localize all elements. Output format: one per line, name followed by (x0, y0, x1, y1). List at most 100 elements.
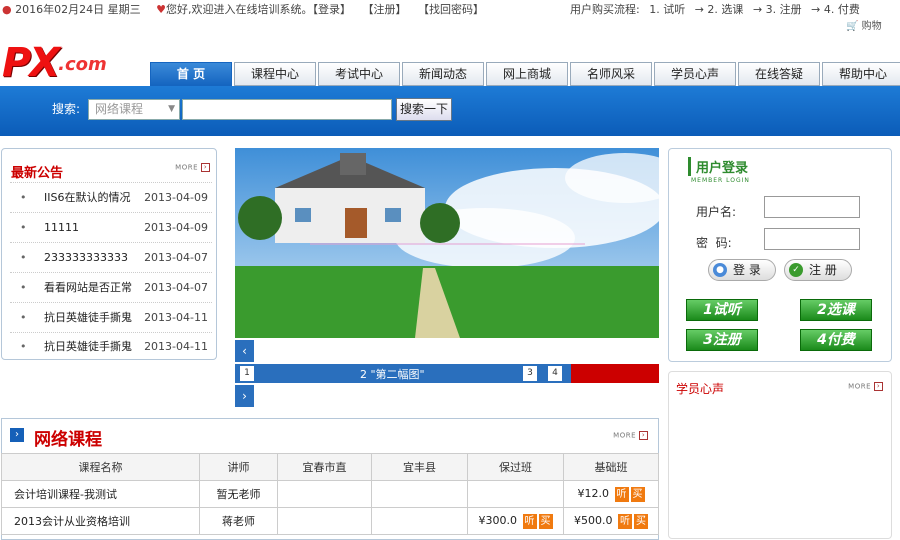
col-header: 讲师 (199, 453, 278, 481)
step-register-button[interactable]: 3注册 (686, 329, 758, 351)
flow-label: 用户购买流程: (570, 3, 640, 16)
banner-prev-button[interactable]: ‹ (235, 340, 254, 362)
search-category-select[interactable]: 网络课程 ▼ (88, 99, 180, 120)
course-cell (277, 507, 372, 535)
buy-button[interactable]: 买 (634, 513, 648, 529)
password-label: 密 码: (696, 236, 732, 250)
search-input[interactable] (182, 99, 392, 120)
arrow-right-icon: › (10, 428, 24, 442)
tab-exams[interactable]: 考试中心 (318, 62, 400, 86)
check-icon: ✓ (789, 263, 803, 277)
notice-more-link[interactable]: MORE › (175, 163, 210, 172)
cart-link[interactable]: 🛒 购物 (846, 17, 882, 32)
notice-item[interactable]: • 看看网站是否正常 2013-04-07 (10, 272, 212, 302)
step-pay-button[interactable]: 4付费 (800, 329, 872, 351)
notice-item-date: 2013-04-07 (144, 281, 208, 294)
price: ¥300.0 (478, 513, 518, 527)
tab-help[interactable]: 帮助中心 (822, 62, 900, 86)
banner-image[interactable] (235, 148, 659, 338)
course-cell (467, 480, 564, 508)
username-input[interactable] (764, 196, 860, 218)
col-header: 基础班 (563, 453, 659, 481)
user-icon: ● (713, 263, 727, 277)
tab-home[interactable]: 首 页 (150, 62, 232, 86)
more-label: MORE (848, 382, 871, 391)
tab-shop[interactable]: 网上商城 (486, 62, 568, 86)
flow-step: → 2. 选课 (694, 3, 744, 16)
course-price-cell: ¥300.0 听买 (467, 507, 564, 535)
course-cell (371, 480, 468, 508)
notice-item[interactable]: • 抗日英雄徒手撕鬼 2013-04-11 (10, 302, 212, 332)
bullet-icon: • (20, 251, 27, 264)
register-link[interactable]: 【注册】 (362, 3, 406, 16)
notice-item[interactable]: • IIS6在默认的情况 2013-04-09 (10, 182, 212, 212)
username-label: 用户名: (696, 205, 737, 219)
logo-px: PX (2, 40, 60, 86)
banner-page-4[interactable]: 4 (548, 366, 562, 381)
courses-table: 课程名称 讲师 宜春市直 宜丰县 保过班 基础班 会计培训课程-我测试 暂无老师… (1, 453, 659, 535)
house-landscape-image (235, 148, 659, 338)
banner-pager-accent (571, 364, 659, 383)
notice-item[interactable]: • 233333333333 2013-04-07 (10, 242, 212, 272)
search-label: 搜索: (52, 102, 81, 116)
step-select-button[interactable]: 2选课 (800, 299, 872, 321)
login-link[interactable]: 【登录】 (312, 3, 351, 16)
notice-panel: 最新公告 MORE › • IIS6在默认的情况 2013-04-09 • 11111 2… (1, 148, 217, 360)
tab-student-voices[interactable]: 学员心声 (654, 62, 736, 86)
course-cell (371, 507, 468, 535)
course-name[interactable]: 2013会计从业资格培训 (1, 507, 200, 535)
cart-icon: 🛒 (846, 21, 859, 32)
register-button[interactable]: ✓ 注 册 (784, 259, 852, 281)
date-icon: ● (2, 3, 12, 16)
arrow-right-icon: › (201, 163, 210, 172)
tab-qa[interactable]: 在线答疑 (738, 62, 820, 86)
courses-title: 网络课程 (34, 430, 102, 450)
students-more-link[interactable]: MORE › (848, 382, 883, 391)
banner-page-3[interactable]: 3 (523, 366, 537, 381)
listen-button[interactable]: 听 (614, 486, 629, 502)
flow-step: 1. 试听 (649, 3, 686, 16)
bullet-icon: • (20, 281, 27, 294)
course-price-cell: ¥12.0 听买 (563, 480, 659, 508)
step-trial-button[interactable]: 1试听 (686, 299, 758, 321)
table-row: 会计培训课程-我测试 暂无老师 ¥12.0 听买 (1, 480, 659, 508)
banner-page-1[interactable]: 1 (240, 366, 254, 381)
login-subtitle: MEMBER LOGIN (691, 177, 750, 184)
bullet-icon: • (20, 340, 27, 353)
register-button-label: 注 册 (809, 263, 837, 277)
notice-item[interactable]: • 抗日英雄徒手撕鬼 2013-04-11 (10, 332, 212, 359)
recover-password-link[interactable]: 【找回密码】 (418, 3, 484, 16)
col-header: 保过班 (467, 453, 564, 481)
banner-next-button[interactable]: › (235, 385, 254, 407)
course-name[interactable]: 会计培训课程-我测试 (1, 480, 200, 508)
col-header: 宜春市直 (277, 453, 372, 481)
date-text: 2016年02月24日 (15, 3, 105, 16)
main-nav: 首 页 课程中心 考试中心 新闻动态 网上商城 名师风采 学员心声 在线答疑 帮… (150, 62, 900, 86)
login-button[interactable]: ● 登 录 (708, 259, 776, 281)
notice-item-title: 抗日英雄徒手撕鬼 (44, 340, 132, 353)
top-left: ● 2016年02月24日 星期三 ♥您好,欢迎进入在线培训系统。【登录】 【注… (2, 1, 484, 17)
bullet-icon: • (20, 311, 27, 324)
site-logo[interactable]: PX.com (2, 40, 107, 86)
search-button[interactable]: 搜索一下 (396, 98, 452, 121)
tab-courses[interactable]: 课程中心 (234, 62, 316, 86)
listen-button[interactable]: 听 (618, 513, 632, 529)
tab-teachers[interactable]: 名师风采 (570, 62, 652, 86)
password-input[interactable] (764, 228, 860, 250)
course-teacher: 暂无老师 (199, 480, 278, 508)
listen-button[interactable]: 听 (522, 513, 537, 529)
search-category-value: 网络课程 (95, 102, 144, 116)
col-header: 宜丰县 (371, 453, 468, 481)
notice-item-date: 2013-04-09 (144, 221, 208, 234)
notice-item-date: 2013-04-11 (144, 340, 208, 353)
course-cell (277, 480, 372, 508)
notice-item-title: 看看网站是否正常 (44, 281, 132, 294)
tab-news[interactable]: 新闻动态 (402, 62, 484, 86)
buy-button[interactable]: 买 (630, 486, 645, 502)
notice-item[interactable]: • 11111 2013-04-09 (10, 212, 212, 242)
notice-item-date: 2013-04-11 (144, 311, 208, 324)
buy-button[interactable]: 买 (538, 513, 553, 529)
logo-com: .com (58, 54, 107, 75)
price: ¥12.0 (577, 486, 610, 500)
courses-more-link[interactable]: MORE › (613, 431, 648, 440)
